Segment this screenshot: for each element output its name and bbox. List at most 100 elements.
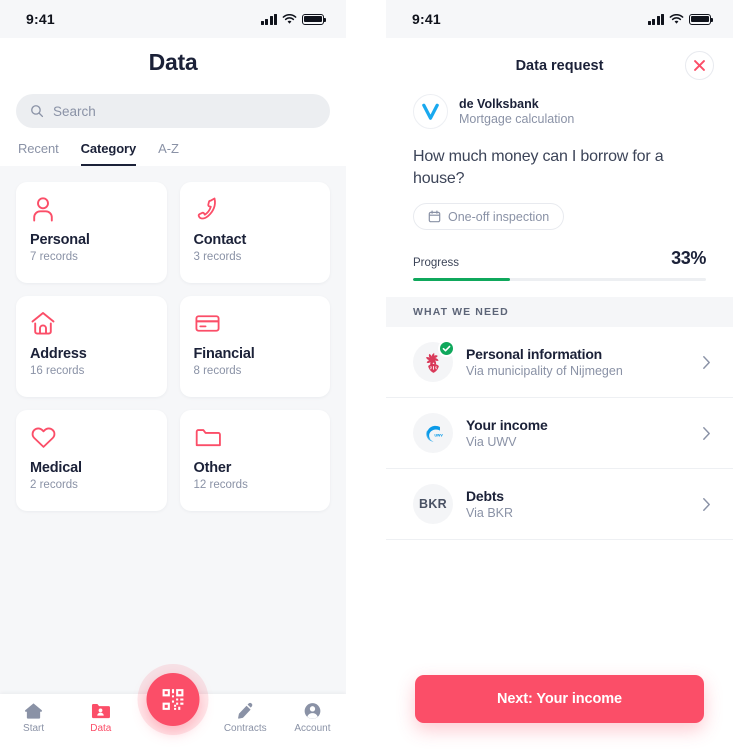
home-icon (25, 703, 43, 719)
need-title: Debts (466, 488, 504, 505)
category-list: Personal 7 records Contact 3 records Add… (0, 166, 346, 511)
folder-icon (194, 424, 317, 454)
category-card-other[interactable]: Other 12 records (179, 410, 330, 511)
need-row-personal-information[interactable]: Personal information Via municipality of… (386, 327, 733, 399)
cta-container: Next: Your income (386, 675, 733, 723)
organisation-text: de Volksbank Mortgage calculation (459, 97, 574, 126)
inspection-type-chip: One-off inspection (413, 203, 565, 231)
data-request-screen: 9:41 Data request de Volksbank Mortgage … (386, 0, 733, 750)
qr-code-icon (162, 689, 184, 710)
category-record-count: 12 records (193, 479, 248, 491)
tab-bar-item-contracts[interactable]: Contracts (212, 694, 279, 734)
tab-bar-label: Data (90, 723, 112, 734)
tab-bar-item-account[interactable]: Account (279, 694, 346, 734)
close-icon (694, 60, 705, 71)
category-record-count: 3 records (193, 251, 242, 263)
tab-bar-item-data[interactable]: Data (67, 694, 134, 734)
need-title: Personal information (466, 346, 603, 363)
category-name: Address (30, 346, 87, 362)
organisation-subtitle: Mortgage calculation (459, 112, 575, 126)
search-input[interactable]: Search (16, 94, 330, 128)
organisation-name: de Volksbank (459, 97, 539, 111)
pen-icon (237, 702, 252, 719)
progress-fill (413, 278, 510, 282)
close-button[interactable] (685, 51, 714, 80)
category-name: Financial (193, 346, 255, 362)
tab-bar-label: Account (294, 723, 331, 734)
category-card-financial[interactable]: Financial 8 records (179, 296, 330, 397)
category-grid: Personal 7 records Contact 3 records Add… (16, 182, 330, 511)
person-icon (30, 196, 153, 226)
need-source: Via BKR (466, 506, 514, 521)
sheet-header: Data request (386, 38, 733, 94)
need-row-your-income[interactable]: uwv Your income Via UWV (386, 398, 733, 470)
data-overview-screen: 9:41 Data Search Recent Category A-Z Per… (0, 0, 346, 750)
tab-a-z[interactable]: A-Z (158, 141, 179, 166)
next-step-button[interactable]: Next: Your income (415, 675, 704, 723)
credit-card-icon (194, 310, 317, 340)
battery-icon (689, 13, 714, 25)
status-bar-icons (260, 13, 327, 25)
volksbank-v-logo (413, 94, 448, 129)
category-record-count: 8 records (193, 365, 242, 377)
data-header: Data Search Recent Category A-Z (0, 38, 346, 166)
chip-label: One-off inspection (448, 209, 550, 224)
tab-category[interactable]: Category (80, 141, 136, 166)
progress-header: Progress 33% (413, 248, 706, 269)
completed-check-badge (438, 340, 455, 358)
category-name: Personal (30, 232, 90, 248)
heart-icon (30, 424, 153, 454)
chevron-right-icon[interactable] (702, 355, 711, 370)
need-text: Personal information Via municipality of… (466, 346, 689, 378)
request-question: How much money can I borrow for a house? (413, 148, 664, 188)
check-icon (442, 346, 451, 352)
status-bar-icons (647, 13, 714, 25)
category-card-address[interactable]: Address 16 records (16, 296, 167, 397)
qr-scan-fab[interactable] (146, 673, 200, 726)
category-card-medical[interactable]: Medical 2 records (16, 410, 167, 511)
wifi-icon (669, 13, 684, 24)
search-icon (31, 105, 44, 118)
uwv-logo: uwv (413, 413, 453, 454)
phone-icon (194, 196, 317, 226)
data-request-sheet: Data request de Volksbank Mortgage calcu… (386, 38, 733, 750)
category-name: Contact (193, 232, 247, 248)
page-title: Data (148, 49, 198, 75)
need-row-debts[interactable]: BKR Debts Via BKR (386, 469, 733, 541)
chevron-right-icon[interactable] (702, 426, 711, 441)
calendar-icon (428, 210, 441, 223)
home-icon (30, 310, 153, 340)
need-title: Your income (466, 417, 548, 434)
status-bar-right: 9:41 (386, 0, 733, 38)
tab-recent[interactable]: Recent (18, 141, 59, 166)
progress-track (413, 278, 706, 282)
organisation-row: de Volksbank Mortgage calculation (386, 94, 733, 129)
category-card-personal[interactable]: Personal 7 records (16, 182, 167, 283)
category-name: Other (193, 460, 232, 476)
nijmegen-crest-logo (413, 340, 455, 383)
tab-bar-label: Start (23, 723, 45, 734)
svg-text:uwv: uwv (434, 433, 443, 438)
wifi-icon (282, 13, 297, 24)
category-card-contact[interactable]: Contact 3 records (179, 182, 330, 283)
sheet-title: Data request (515, 58, 604, 74)
screen-divider-gap (346, 0, 386, 750)
progress-section: Progress 33% (386, 230, 733, 282)
section-header-what-we-need: WHAT WE NEED (386, 297, 733, 328)
status-bar-left: 9:41 (0, 0, 346, 38)
need-source: Via municipality of Nijmegen (466, 364, 623, 379)
status-bar-time: 9:41 (26, 11, 55, 27)
category-record-count: 16 records (30, 365, 85, 377)
bkr-logo: BKR (413, 484, 453, 525)
category-name: Medical (30, 460, 82, 476)
signal-bars-icon (647, 13, 664, 25)
battery-icon (302, 13, 327, 25)
need-source: Via UWV (466, 435, 517, 450)
chevron-right-icon[interactable] (702, 497, 711, 512)
status-bar-time: 9:41 (412, 11, 441, 27)
tab-bar-label: Contracts (223, 723, 267, 734)
category-record-count: 7 records (30, 251, 78, 263)
tab-bar-item-start[interactable]: Start (0, 694, 67, 734)
bkr-logo-text: BKR (419, 497, 447, 512)
progress-percent: 33% (671, 248, 706, 269)
